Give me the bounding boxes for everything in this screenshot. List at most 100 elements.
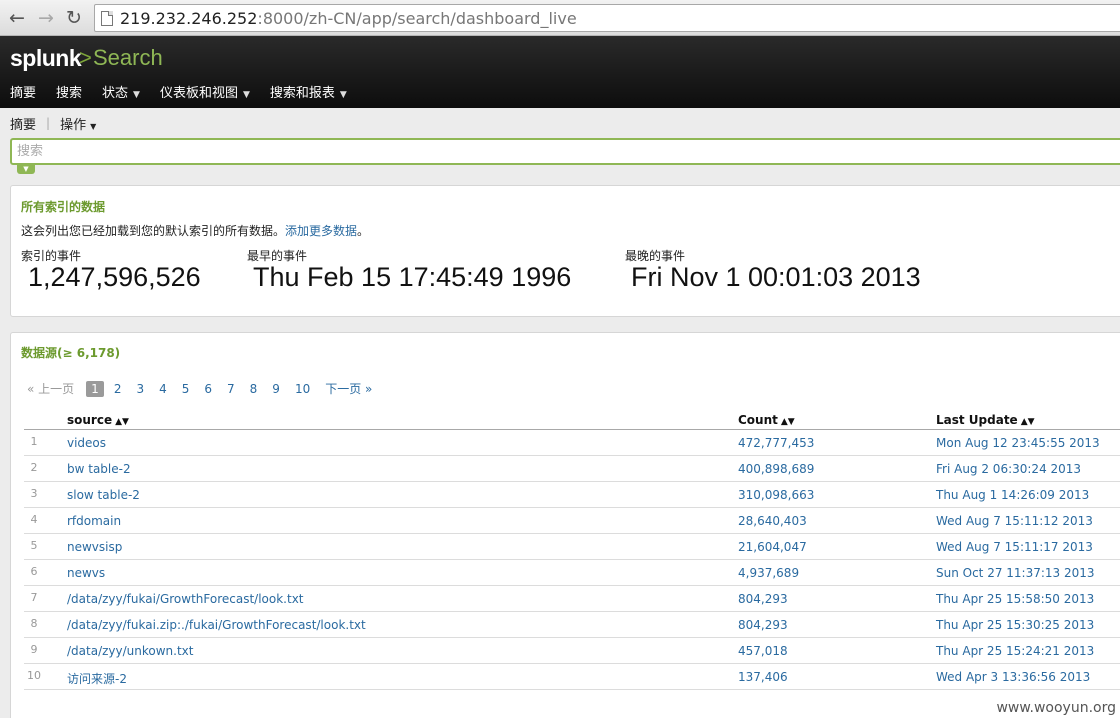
pager-page-5[interactable]: 5 xyxy=(182,382,190,396)
menu-item-0[interactable]: 摘要 xyxy=(0,84,46,104)
source-link[interactable]: /data/zyy/fukai/GrowthForecast/look.txt xyxy=(67,592,304,606)
last-update-link[interactable]: Thu Apr 25 15:30:25 2013 xyxy=(936,618,1094,632)
source-link[interactable]: rfdomain xyxy=(67,514,121,528)
table-row: 3 slow table-2 310,098,663 Thu Aug 1 14:26:… xyxy=(24,482,1120,508)
app-header: splunk > Search 摘要 搜索 状态 ▼ 仪表板和视图 ▼ 搜索和报表 ▼ xyxy=(0,36,1120,108)
sources-panel-title: 数据源(≥ 6,178) xyxy=(21,346,121,360)
last-update-link[interactable]: Fri Aug 2 06:30:24 2013 xyxy=(936,462,1081,476)
sources-panel: 数据源(≥ 6,178) « 上一页 1 2 3 4 5 6 7 8 9 10 下一页 » sourc… xyxy=(10,332,1120,718)
source-link[interactable]: 访问来源-2 xyxy=(67,670,127,687)
subnav-actions-menu[interactable]: 操作 ▼ xyxy=(60,114,96,133)
last-update-link[interactable]: Wed Aug 7 15:11:12 2013 xyxy=(936,514,1093,528)
pager-page-1[interactable]: 1 xyxy=(86,380,104,397)
menu-item-1[interactable]: 搜索 xyxy=(46,84,92,104)
pager-next[interactable]: 下一页 » xyxy=(325,380,372,397)
pager-page-4[interactable]: 4 xyxy=(159,382,167,396)
count-link[interactable]: 28,640,403 xyxy=(738,514,807,528)
row-index: 6 xyxy=(30,565,38,578)
sources-table: source ▲▼ Count ▲▼ Last Update ▲▼ 1 videos 47… xyxy=(24,413,1120,690)
table-row: 1 videos 472,777,453 Mon Aug 12 23:45:55 20… xyxy=(24,430,1120,456)
back-arrow-icon[interactable]: ← xyxy=(6,7,28,29)
splunk-logo[interactable]: splunk xyxy=(10,45,82,72)
source-link[interactable]: bw table-2 xyxy=(67,462,131,476)
app-menu: 摘要 搜索 状态 ▼ 仪表板和视图 ▼ 搜索和报表 ▼ xyxy=(0,84,357,104)
source-link[interactable]: newvs xyxy=(67,566,105,580)
menu-item-2[interactable]: 状态 ▼ xyxy=(92,84,150,104)
last-update-link[interactable]: Thu Aug 1 14:26:09 2013 xyxy=(936,488,1089,502)
add-more-data-link[interactable]: 添加更多数据 xyxy=(285,224,357,238)
pager-page-6[interactable]: 6 xyxy=(204,382,212,396)
table-row: 5 newvsisp 21,604,047 Wed Aug 7 15:11:17 20… xyxy=(24,534,1120,560)
search-input[interactable] xyxy=(10,138,1120,165)
summary-description: 这会列出您已经加载到您的默认索引的所有数据。添加更多数据。 xyxy=(21,224,370,238)
table-header: source ▲▼ Count ▲▼ Last Update ▲▼ xyxy=(24,413,1120,430)
logo-chevron: > xyxy=(79,45,92,70)
sub-navigation: 摘要 | 操作 ▼ xyxy=(10,114,96,133)
table-row: 9/data/zyy/unkown.txt 457,018 Thu Apr 25 1… xyxy=(24,638,1120,664)
source-link[interactable]: /data/zyy/unkown.txt xyxy=(67,644,193,658)
row-index: 1 xyxy=(30,435,38,448)
last-update-link[interactable]: Mon Aug 12 23:45:55 2013 xyxy=(936,436,1100,450)
table-row: 6 newvs 4,937,689 Sun Oct 27 11:37:13 2013 xyxy=(24,560,1120,586)
last-update-link[interactable]: Thu Apr 25 15:58:50 2013 xyxy=(936,592,1094,606)
earliest-event-value: Thu Feb 15 17:45:49 1996 xyxy=(253,262,572,292)
menu-item-3[interactable]: 仪表板和视图 ▼ xyxy=(150,84,260,104)
summary-panel-title: 所有索引的数据 xyxy=(21,200,106,214)
row-index: 4 xyxy=(30,513,38,526)
row-index: 3 xyxy=(30,487,38,500)
watermark: www.wooyun.org xyxy=(996,700,1116,716)
address-bar[interactable]: 219.232.246.252:8000/zh-CN/app/search/da… xyxy=(94,4,1120,32)
count-link[interactable]: 804,293 xyxy=(738,618,788,632)
count-link[interactable]: 400,898,689 xyxy=(738,462,814,476)
column-source[interactable]: source ▲▼ xyxy=(67,413,129,427)
pager-page-7[interactable]: 7 xyxy=(227,382,235,396)
pagination: « 上一页 1 2 3 4 5 6 7 8 9 10 下一页 » xyxy=(27,380,387,397)
row-index: 5 xyxy=(30,539,38,552)
pager-page-9[interactable]: 9 xyxy=(272,382,280,396)
count-link[interactable]: 21,604,047 xyxy=(738,540,807,554)
pager-page-3[interactable]: 3 xyxy=(136,382,144,396)
caret-down-icon: ▼ xyxy=(133,90,140,100)
count-link[interactable]: 4,937,689 xyxy=(738,566,799,580)
source-link[interactable]: slow table-2 xyxy=(67,488,140,502)
count-link[interactable]: 804,293 xyxy=(738,592,788,606)
source-link[interactable]: videos xyxy=(67,436,106,450)
count-link[interactable]: 457,018 xyxy=(738,644,788,658)
column-count[interactable]: Count ▲▼ xyxy=(738,413,795,427)
count-link[interactable]: 310,098,663 xyxy=(738,488,814,502)
forward-arrow-icon[interactable]: → xyxy=(35,7,57,29)
last-update-link[interactable]: Thu Apr 25 15:24:21 2013 xyxy=(936,644,1094,658)
indexed-events-value: 1,247,596,526 xyxy=(28,262,201,292)
table-row: 7/data/zyy/fukai/GrowthForecast/look.txt… xyxy=(24,586,1120,612)
caret-down-icon: ▼ xyxy=(339,90,347,100)
last-update-link[interactable]: Wed Aug 7 15:11:17 2013 xyxy=(936,540,1093,554)
pager-page-8[interactable]: 8 xyxy=(250,382,258,396)
sort-icon: ▲▼ xyxy=(1020,417,1035,427)
source-link[interactable]: /data/zyy/fukai.zip:./fukai/GrowthForeca… xyxy=(67,618,366,632)
pager-prev[interactable]: « 上一页 xyxy=(27,380,74,397)
count-link[interactable]: 137,406 xyxy=(738,670,788,684)
row-index: 8 xyxy=(30,617,38,630)
table-body: 1 videos 472,777,453 Mon Aug 12 23:45:55 20… xyxy=(24,430,1120,690)
collapse-chevron-icon[interactable]: ▼ xyxy=(17,165,35,174)
last-update-link[interactable]: Sun Oct 27 11:37:13 2013 xyxy=(936,566,1095,580)
last-update-link[interactable]: Wed Apr 3 13:36:56 2013 xyxy=(936,670,1090,684)
subnav-summary[interactable]: 摘要 xyxy=(10,114,36,133)
table-row: 4 rfdomain 28,640,403 Wed Aug 7 15:11:12 20… xyxy=(24,508,1120,534)
pager-page-2[interactable]: 2 xyxy=(114,382,122,396)
row-index: 9 xyxy=(30,643,38,656)
row-index: 10 xyxy=(27,669,41,682)
reload-icon[interactable]: ↻ xyxy=(63,7,85,29)
count-link[interactable]: 472,777,453 xyxy=(738,436,814,450)
url-text: 219.232.246.252:8000/zh-CN/app/search/da… xyxy=(120,9,577,28)
app-name[interactable]: Search xyxy=(93,45,163,71)
summary-panel: 所有索引的数据 这会列出您已经加载到您的默认索引的所有数据。添加更多数据。 索引… xyxy=(10,185,1120,317)
pager-page-10[interactable]: 10 xyxy=(295,382,310,396)
column-last-update[interactable]: Last Update ▲▼ xyxy=(936,413,1035,427)
menu-item-4[interactable]: 搜索和报表 ▼ xyxy=(260,84,357,104)
row-index: 2 xyxy=(30,461,38,474)
sort-icon: ▲▼ xyxy=(780,417,795,427)
table-row: 2 bw table-2 400,898,689 Fri Aug 2 06:30:24… xyxy=(24,456,1120,482)
caret-down-icon: ▼ xyxy=(242,90,250,100)
source-link[interactable]: newvsisp xyxy=(67,540,122,554)
